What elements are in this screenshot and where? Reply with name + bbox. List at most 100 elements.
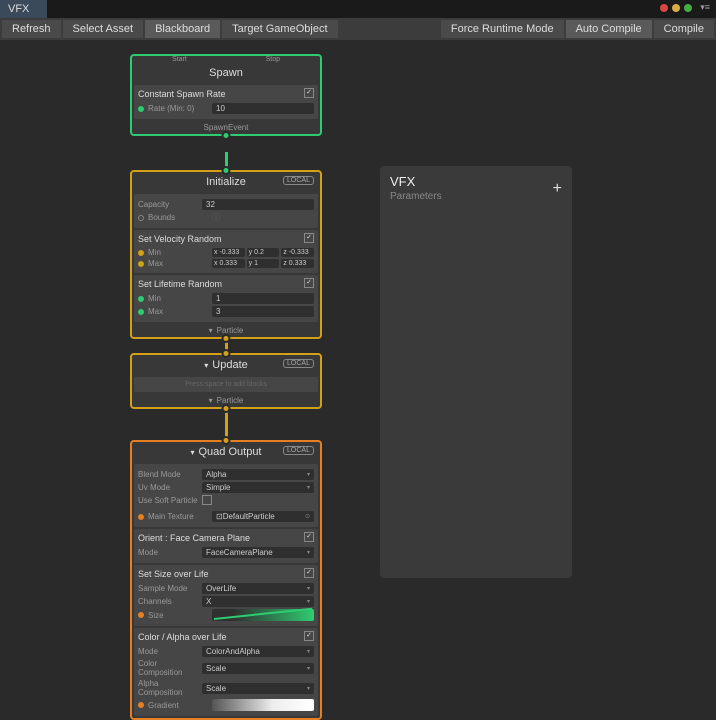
- node-title: ▾UpdateLOCAL: [132, 355, 320, 375]
- spawn-rate-section[interactable]: Constant Spawn Rate ✓ Rate (Min: 0) 10: [134, 85, 318, 119]
- blend-dropdown[interactable]: Alpha▾: [202, 469, 314, 480]
- texture-label: Main Texture: [148, 512, 208, 521]
- checkbox[interactable]: ✓: [304, 532, 314, 542]
- port[interactable]: [138, 612, 144, 618]
- local-badge: LOCAL: [283, 359, 314, 368]
- velocity-section[interactable]: Set Velocity Random ✓ Minx -0.333y 0.2z …: [134, 230, 318, 273]
- node-title: InitializeLOCAL: [132, 172, 320, 192]
- gradient-label: Gradient: [148, 701, 208, 710]
- checkbox[interactable]: ✓: [304, 631, 314, 641]
- sample-label: Sample Mode: [138, 584, 198, 593]
- empty-section: Press space to add blocks: [134, 377, 318, 392]
- sample-dropdown[interactable]: OverLife▾: [202, 583, 314, 594]
- local-badge: LOCAL: [283, 176, 314, 185]
- section-title: Orient : Face Camera Plane: [138, 533, 314, 543]
- gradient-field[interactable]: [212, 699, 314, 711]
- checkbox[interactable]: ✓: [304, 88, 314, 98]
- maximize-dot[interactable]: [684, 4, 692, 12]
- update-node[interactable]: ▾UpdateLOCAL Press space to add blocks ▾…: [130, 353, 322, 409]
- menu-icon[interactable]: ▾≡: [700, 2, 710, 13]
- capacity-section: Capacity32 Boundsⓘ: [134, 194, 318, 228]
- mode-label: Mode: [138, 647, 198, 656]
- uv-label: Uv Mode: [138, 483, 198, 492]
- min-label: Min: [148, 294, 208, 303]
- colorcomp-dropdown[interactable]: Scale▾: [202, 663, 314, 674]
- checkbox[interactable]: ✓: [304, 278, 314, 288]
- output-props: Blend Mode Alpha▾ Uv Mode Simple▾ Use Soft…: [134, 464, 318, 527]
- close-dot[interactable]: [660, 4, 668, 12]
- start-label: Start: [172, 56, 187, 63]
- node-title: Spawn: [132, 63, 320, 83]
- color-mode-dropdown[interactable]: ColorAndAlpha▾: [202, 646, 314, 657]
- graph-canvas[interactable]: Start Stop Spawn Constant Spawn Rate ✓ Ra…: [0, 40, 716, 690]
- capacity-value[interactable]: 32: [202, 199, 314, 210]
- port[interactable]: [138, 261, 144, 267]
- panel-title: VFX: [390, 174, 562, 189]
- add-icon[interactable]: +: [553, 180, 562, 198]
- port[interactable]: [138, 296, 144, 302]
- blackboard-panel[interactable]: VFX Parameters +: [380, 166, 572, 578]
- blend-label: Blend Mode: [138, 470, 198, 479]
- uv-dropdown[interactable]: Simple▾: [202, 482, 314, 493]
- stop-label: Stop: [266, 56, 280, 63]
- soft-label: Use Soft Particle: [138, 496, 198, 505]
- section-title: Color / Alpha over Life: [138, 632, 314, 642]
- section-title: Set Size over Life: [138, 569, 314, 579]
- colorcomp-label: Color Composition: [138, 659, 198, 677]
- lifetime-min[interactable]: 1: [212, 293, 314, 304]
- port[interactable]: [138, 215, 144, 221]
- panel-subtitle: Parameters: [390, 191, 562, 202]
- port[interactable]: [138, 309, 144, 315]
- select-asset-button[interactable]: Select Asset: [63, 20, 144, 38]
- port[interactable]: [138, 514, 144, 520]
- spawn-node[interactable]: Start Stop Spawn Constant Spawn Rate ✓ Ra…: [130, 54, 322, 136]
- section-title: Set Lifetime Random: [138, 279, 314, 289]
- refresh-button[interactable]: Refresh: [2, 20, 61, 38]
- editor-tab[interactable]: VFX: [0, 0, 47, 18]
- toolbar: Refresh Select Asset Blackboard Target G…: [0, 18, 716, 40]
- size-curve[interactable]: [212, 609, 314, 621]
- local-badge: LOCAL: [283, 446, 314, 455]
- blackboard-button[interactable]: Blackboard: [145, 20, 220, 38]
- color-section[interactable]: Color / Alpha over Life ✓ Mode ColorAndAl…: [134, 628, 318, 716]
- bounds-label: Bounds: [148, 213, 208, 222]
- auto-compile-button[interactable]: Auto Compile: [566, 20, 652, 38]
- size-label: Size: [148, 611, 208, 620]
- lifetime-section[interactable]: Set Lifetime Random ✓ Min 1 Max 3: [134, 275, 318, 322]
- alphacomp-dropdown[interactable]: Scale▾: [202, 683, 314, 694]
- orient-dropdown[interactable]: FaceCameraPlane▾: [202, 547, 314, 558]
- max-label: Max: [148, 259, 208, 268]
- section-title: Constant Spawn Rate: [138, 89, 314, 99]
- lifetime-max[interactable]: 3: [212, 306, 314, 317]
- initialize-node[interactable]: InitializeLOCAL Capacity32 Boundsⓘ Set V…: [130, 170, 322, 339]
- compile-button[interactable]: Compile: [654, 20, 714, 38]
- rate-label: Rate (Min: 0): [148, 104, 208, 113]
- section-title: Set Velocity Random: [138, 234, 314, 244]
- tab-bar: VFX ▾≡: [0, 0, 716, 18]
- channels-dropdown[interactable]: X▾: [202, 596, 314, 607]
- max-label: Max: [148, 307, 208, 316]
- window-controls: ▾≡: [660, 2, 710, 13]
- alphacomp-label: Alpha Composition: [138, 679, 198, 697]
- target-gameobject-button[interactable]: Target GameObject: [222, 20, 337, 38]
- port[interactable]: [138, 250, 144, 256]
- output-port[interactable]: [222, 404, 231, 413]
- input-port[interactable]: [138, 106, 144, 112]
- force-runtime-button[interactable]: Force Runtime Mode: [441, 20, 564, 38]
- rate-value[interactable]: 10: [212, 103, 314, 114]
- size-section[interactable]: Set Size over Life ✓ Sample Mode OverLife…: [134, 565, 318, 626]
- minimize-dot[interactable]: [672, 4, 680, 12]
- output-port[interactable]: [222, 131, 231, 140]
- mode-label: Mode: [138, 548, 198, 557]
- checkbox[interactable]: ✓: [304, 233, 314, 243]
- channels-label: Channels: [138, 597, 198, 606]
- output-port[interactable]: [222, 334, 231, 343]
- orient-section[interactable]: Orient : Face Camera Plane ✓ Mode FaceCam…: [134, 529, 318, 563]
- texture-field[interactable]: ⊡DefaultParticle⊙: [212, 511, 314, 522]
- output-node[interactable]: ▾Quad OutputLOCAL Blend ModeAlpha▾ Uv Mo…: [130, 440, 322, 720]
- checkbox[interactable]: [202, 495, 212, 505]
- port[interactable]: [138, 702, 144, 708]
- min-label: Min: [148, 248, 208, 257]
- capacity-label: Capacity: [138, 200, 198, 209]
- checkbox[interactable]: ✓: [304, 568, 314, 578]
